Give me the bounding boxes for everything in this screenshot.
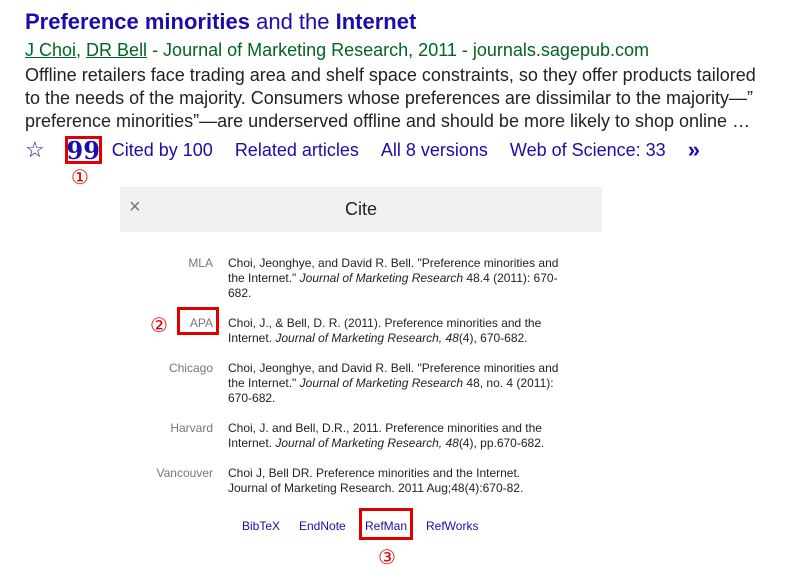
cite-quote-icon[interactable]: 99 bbox=[64, 136, 102, 165]
citation-journal: Journal of Marketing Research bbox=[299, 376, 464, 390]
citation-line: Choi, Jeonghye, and David R. Bell. "Pref… bbox=[228, 361, 559, 375]
citation-line: 682. bbox=[228, 286, 252, 300]
snippet-line: preference minorities”—are underserved o… bbox=[25, 111, 751, 131]
annotation-marker-2: ② bbox=[150, 313, 168, 337]
refman-highlight-box bbox=[359, 508, 413, 540]
result-actions: ☆ 99 Cited by 100 Related articles All 8… bbox=[25, 136, 700, 165]
title-bold-part-2[interactable]: Internet bbox=[336, 9, 417, 34]
result-source: - Journal of Marketing Research, 2011 - … bbox=[147, 40, 649, 60]
snippet-line: to the needs of the majority. Consumers … bbox=[25, 88, 753, 108]
cited-by-link[interactable]: Cited by 100 bbox=[112, 140, 213, 161]
citation-style-label: Chicago bbox=[168, 361, 213, 375]
citation-style-label: Vancouver bbox=[156, 466, 213, 480]
citation-fragment: (4), 670-682. bbox=[458, 331, 528, 345]
more-chevron-icon[interactable]: » bbox=[688, 137, 700, 163]
citation-journal: Journal of Marketing Research, 48 bbox=[275, 436, 459, 450]
citation-fragment: the Internet." bbox=[228, 271, 300, 285]
result-snippet: Offline retailers face trading area and … bbox=[25, 64, 795, 133]
citation-text[interactable]: Choi, Jeonghye, and David R. Bell. "Pref… bbox=[228, 361, 573, 406]
citation-line: 670-682. bbox=[228, 391, 276, 405]
citation-style-label: MLA bbox=[188, 256, 213, 270]
citation-fragment: Internet. bbox=[228, 331, 276, 345]
citation-line: Choi, Jeonghye, and David R. Bell. "Pref… bbox=[228, 256, 559, 270]
author-separator: , bbox=[76, 40, 87, 60]
author-link-bell[interactable]: DR Bell bbox=[86, 40, 147, 60]
search-result: Preference minorities and the Internet J… bbox=[25, 8, 795, 133]
annotation-marker-3: ③ bbox=[378, 545, 396, 569]
citation-fragment: (4), pp.670-682. bbox=[458, 436, 545, 450]
citation-journal: Journal of Marketing Research, 48 bbox=[275, 331, 459, 345]
snippet-line: Offline retailers face trading area and … bbox=[25, 65, 756, 85]
save-star-icon[interactable]: ☆ bbox=[25, 137, 45, 163]
related-articles-link[interactable]: Related articles bbox=[235, 140, 359, 161]
annotation-marker-1: ① bbox=[71, 165, 89, 189]
citation-line: Journal of Marketing Research. 2011 Aug;… bbox=[228, 481, 524, 495]
citation-text[interactable]: Choi J, Bell DR. Preference minorities a… bbox=[228, 466, 573, 496]
export-bibtex-link[interactable]: BibTeX bbox=[242, 519, 280, 533]
citation-line: Choi J, Bell DR. Preference minorities a… bbox=[228, 466, 521, 480]
result-title-link[interactable]: Preference minorities and the Internet bbox=[25, 8, 795, 36]
citation-journal: Journal of Marketing Research bbox=[299, 271, 464, 285]
citation-line: Choi, J. and Bell, D.R., 2011. Preferenc… bbox=[228, 421, 542, 435]
citation-text[interactable]: Choi, J. and Bell, D.R., 2011. Preferenc… bbox=[228, 421, 573, 451]
citation-fragment: 48.4 (2011): 670- bbox=[463, 271, 558, 285]
citation-fragment: 48, no. 4 (2011): bbox=[463, 376, 554, 390]
citation-fragment: the Internet." bbox=[228, 376, 300, 390]
apa-highlight-box bbox=[177, 307, 219, 335]
author-link-choi[interactable]: J Choi bbox=[25, 40, 76, 60]
export-refworks-link[interactable]: RefWorks bbox=[426, 519, 478, 533]
citation-fragment: Internet. bbox=[228, 436, 276, 450]
all-versions-link[interactable]: All 8 versions bbox=[381, 140, 488, 161]
result-byline: J Choi, DR Bell - Journal of Marketing R… bbox=[25, 38, 795, 62]
citation-text[interactable]: Choi, Jeonghye, and David R. Bell. "Pref… bbox=[228, 256, 573, 301]
citation-style-label: Harvard bbox=[170, 421, 213, 435]
citation-text[interactable]: Choi, J., & Bell, D. R. (2011). Preferen… bbox=[228, 316, 573, 346]
citation-line: Choi, J., & Bell, D. R. (2011). Preferen… bbox=[228, 316, 542, 330]
export-endnote-link[interactable]: EndNote bbox=[299, 519, 346, 533]
title-mid-part[interactable]: and the bbox=[250, 9, 336, 34]
web-of-science-link[interactable]: Web of Science: 33 bbox=[510, 140, 666, 161]
dialog-title: Cite bbox=[344, 199, 377, 219]
title-bold-part[interactable]: Preference minorities bbox=[25, 9, 250, 34]
dialog-header: × Cite bbox=[120, 187, 602, 232]
cite-dialog: × Cite MLA Choi, Jeonghye, and David R. … bbox=[120, 187, 602, 517]
